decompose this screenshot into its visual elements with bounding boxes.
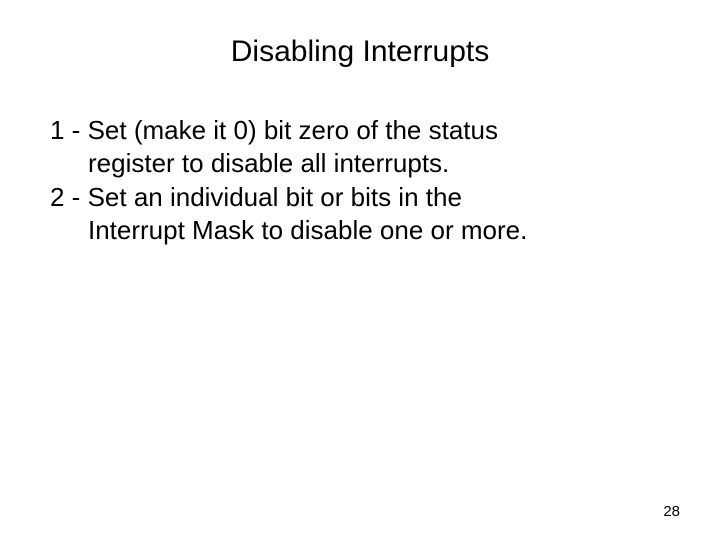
slide-title: Disabling Interrupts xyxy=(50,35,670,69)
slide-container: Disabling Interrupts 1 - Set (make it 0)… xyxy=(0,0,720,540)
page-number: 28 xyxy=(663,503,680,520)
item-line: 2 - Set an individual bit or bits in the xyxy=(50,181,670,214)
item-line: 1 - Set (make it 0) bit zero of the stat… xyxy=(50,114,670,147)
slide-body: 1 - Set (make it 0) bit zero of the stat… xyxy=(50,114,670,246)
list-item: 2 - Set an individual bit or bits in the… xyxy=(50,181,670,246)
item-line: Interrupt Mask to disable one or more. xyxy=(50,214,670,247)
list-item: 1 - Set (make it 0) bit zero of the stat… xyxy=(50,114,670,179)
item-line: register to disable all interrupts. xyxy=(50,147,670,180)
